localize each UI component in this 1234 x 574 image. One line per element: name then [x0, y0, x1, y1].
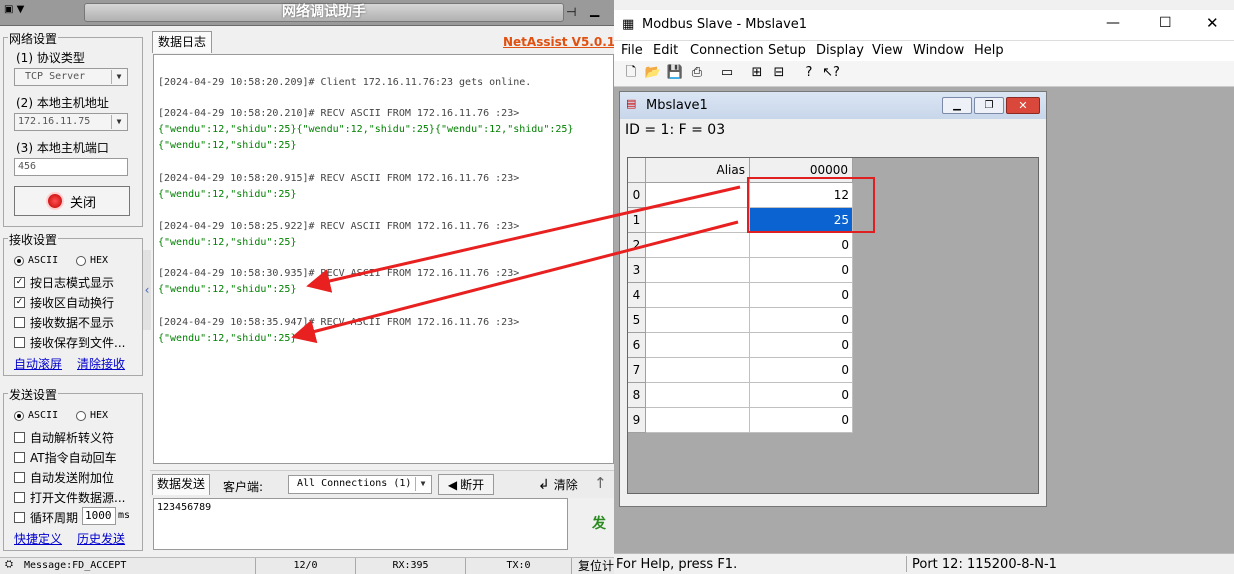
status-help: For Help, press F1.: [616, 557, 738, 572]
modbus-statusbar: For Help, press F1. Port 12: 115200-8-N-…: [614, 553, 1234, 574]
status-divider: [906, 556, 907, 572]
status-port: Port 12: 115200-8-N-1: [912, 557, 1057, 572]
arrow-to-log-1: [306, 185, 741, 293]
annotation-arrows: [291, 185, 741, 344]
